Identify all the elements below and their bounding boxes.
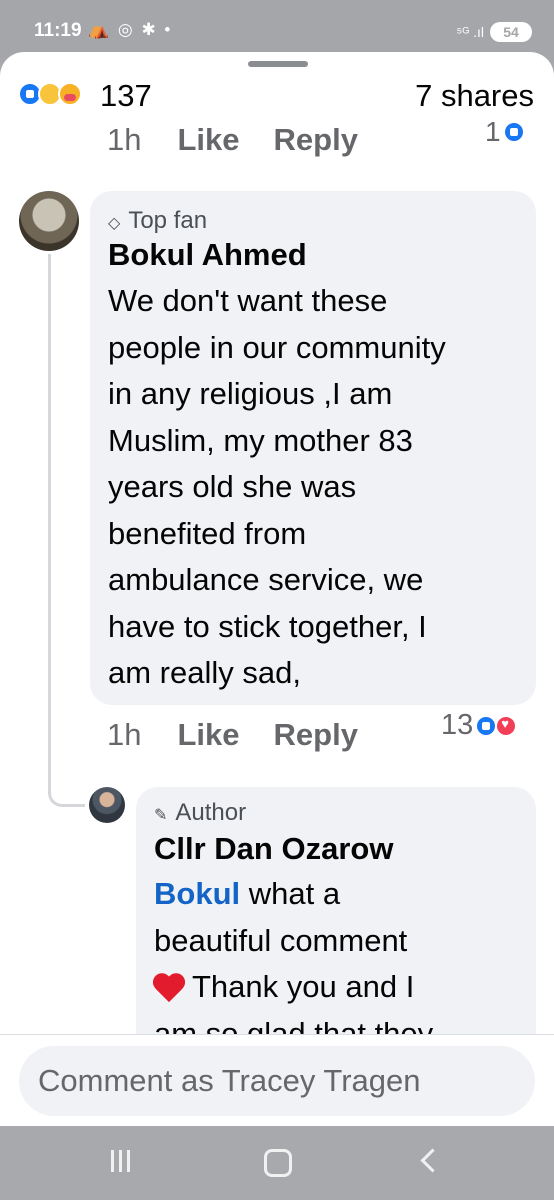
reply-button[interactable]: Reply xyxy=(274,122,358,158)
recents-button[interactable] xyxy=(103,1146,143,1180)
comment-text: We don't want these people in our commun… xyxy=(108,278,446,697)
comment-line: in any religious ,I am xyxy=(108,376,393,411)
reaction-count[interactable]: 137 xyxy=(100,78,152,114)
reaction-count: 13 xyxy=(441,709,474,741)
commenter-name[interactable]: Cllr Dan Ozarow xyxy=(154,831,393,867)
comment-line: benefited from xyxy=(108,515,307,551)
like-button[interactable]: Like xyxy=(177,717,239,753)
prev-comment-actions: 1h Like Reply xyxy=(107,120,392,160)
thread-line xyxy=(48,254,85,807)
avatar[interactable] xyxy=(19,191,79,251)
like-reaction-icon xyxy=(475,714,498,737)
comment-line: people in our community xyxy=(108,329,446,365)
prev-comment-reactions[interactable]: 1 xyxy=(485,116,525,148)
reaction-count: 1 xyxy=(485,116,501,147)
comment-reactions[interactable]: 13 xyxy=(441,709,518,742)
battery-icon: 54 xyxy=(490,22,532,42)
comment-line: am really sad, xyxy=(108,655,301,690)
comment-time[interactable]: 1h xyxy=(107,717,141,753)
reactions-summary[interactable]: 137 7 shares xyxy=(18,78,534,114)
comment-actions: 1h Like Reply xyxy=(107,715,392,755)
notification-icons: ⛺ ◎ ✱ • xyxy=(88,20,173,39)
status-time: 11:19 xyxy=(34,20,82,41)
top-fan-badge: ◇ Top fan xyxy=(108,207,207,235)
reply-line: what a xyxy=(240,876,341,911)
comment-composer xyxy=(0,1034,554,1127)
badge-label: Top fan xyxy=(128,207,208,234)
like-button[interactable]: Like xyxy=(177,122,239,158)
pencil-icon: ✎ xyxy=(154,807,168,824)
signal-icon: ⁵ᴳ .ıl xyxy=(456,24,484,40)
home-button[interactable] xyxy=(257,1146,297,1180)
comment-line: Muslim, my mother 83 xyxy=(108,422,413,458)
shares-count[interactable]: 7 shares xyxy=(415,78,534,114)
reply-line: beautiful comment xyxy=(154,922,408,958)
commenter-name[interactable]: Bokul Ahmed xyxy=(108,237,307,273)
care-reaction-icon xyxy=(58,82,82,106)
diamond-icon: ◇ xyxy=(108,215,121,232)
comment-line: have to stick together, I xyxy=(108,608,427,644)
reaction-icons xyxy=(18,82,98,108)
comment-input[interactable] xyxy=(19,1046,535,1116)
comment-line: We don't want these xyxy=(108,283,388,318)
status-right: ⁵ᴳ .ıl 54 xyxy=(456,20,532,44)
like-reaction-icon xyxy=(502,121,525,143)
mention-link[interactable]: Bokul xyxy=(154,876,240,911)
comment-bubble[interactable]: ◇ Top fan Bokul Ahmed We don't want these… xyxy=(90,191,536,705)
author-badge: ✎ Author xyxy=(154,799,246,827)
reply-button[interactable]: Reply xyxy=(274,717,358,753)
comment-line: years old she was xyxy=(108,469,357,504)
comment-time[interactable]: 1h xyxy=(107,122,141,158)
android-nav-bar xyxy=(0,1126,554,1200)
heart-emoji-icon xyxy=(154,974,184,1004)
avatar[interactable] xyxy=(89,787,125,823)
reply-line: Thank you and I xyxy=(192,969,415,1004)
reply-text: Bokul what a beautiful comment Thank you… xyxy=(154,871,433,1057)
badge-label: Author xyxy=(175,799,247,826)
back-button[interactable] xyxy=(414,1146,454,1180)
comments-sheet: 137 7 shares 1h Like Reply 1 ◇ Top fan Bo… xyxy=(0,52,554,1126)
comment-line: ambulance service, we xyxy=(108,562,424,597)
drag-handle[interactable] xyxy=(248,61,308,67)
love-reaction-icon xyxy=(495,714,518,737)
